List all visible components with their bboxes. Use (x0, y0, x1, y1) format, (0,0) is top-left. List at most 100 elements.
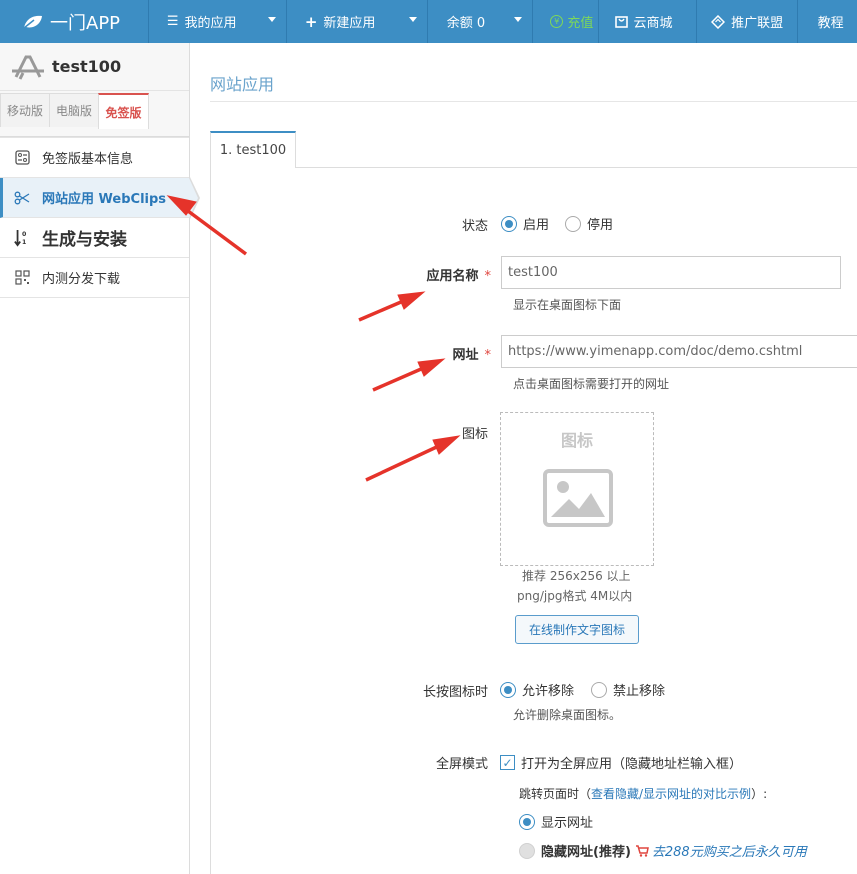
nav-tutorial[interactable]: 教程 (798, 0, 857, 43)
required-mark: * (484, 269, 492, 284)
required-mark: * (484, 348, 492, 363)
app-name-input[interactable]: test100 (501, 256, 841, 289)
image-placeholder-icon (543, 469, 613, 527)
nav-affiliate-label: 推广联盟 (731, 16, 784, 31)
scissors-icon (14, 190, 30, 206)
brand-logo[interactable]: 一门APP (0, 0, 149, 43)
nav-cloud-shop-label: 云商城 (633, 16, 673, 31)
compare-example-link[interactable]: 查看隐藏/显示网址的对比示例 (591, 787, 751, 801)
icon-size-hint: 推荐 256x256 以上 (522, 569, 631, 583)
sidebar-app-header: test100 (0, 43, 189, 91)
jump-page-text: 跳转页面时（查看隐藏/显示网址的对比示例）: (519, 785, 767, 802)
jump-suffix: ）: (751, 787, 768, 801)
sidebar-app-name: test100 (52, 57, 122, 76)
url-input[interactable]: https://www.yimenapp.com/doc/demo.cshtml (501, 335, 857, 368)
qrcode-icon (14, 270, 30, 286)
yen-coin-icon: ¥ (550, 15, 564, 28)
nav-cloud-shop[interactable]: 云商城 (599, 0, 698, 43)
icon-label: 图标 (461, 427, 488, 442)
make-text-icon-button[interactable]: 在线制作文字图标 (515, 615, 639, 644)
radio-checked-icon (500, 681, 516, 698)
nav-affiliate[interactable]: 推广联盟 (697, 0, 798, 43)
shop-bag-icon (614, 16, 628, 28)
radio-checked-icon (501, 215, 517, 232)
url-hint: 点击桌面图标需要打开的网址 (513, 377, 670, 391)
tab-signfree-version[interactable]: 免签版 (98, 93, 149, 129)
caret-down-icon (514, 17, 523, 22)
nav-my-apps-label: 我的应用 (184, 16, 237, 31)
longpress-forbid-radio[interactable]: 禁止移除 (591, 680, 665, 699)
menu-icon: ☰ (166, 14, 179, 29)
settings-card-icon (14, 150, 30, 166)
checkbox-label: 打开为全屏应用（隐藏地址栏输入框） (521, 757, 743, 772)
top-navbar: 一门APP ☰ 我的应用 + 新建应用 余额 0 ¥ 充值 云商城 推广联盟 教… (0, 0, 857, 43)
radio-label: 隐藏网址(推荐) (541, 845, 631, 860)
svg-text:1: 1 (22, 239, 26, 246)
brand-name: 一门APP (50, 12, 121, 34)
app-store-icon (12, 55, 44, 80)
show-url-radio[interactable]: 显示网址 (519, 812, 593, 831)
sidebar-item-label: 内测分发下载 (42, 272, 121, 287)
radio-unchecked-icon (591, 681, 607, 698)
main-content: 网站应用 1. test100 状态 启用 停用 应用名称 * test100 显… (191, 43, 857, 874)
sidebar-item-label: 网站应用 WebClips (42, 192, 167, 207)
jump-prefix: 跳转页面时（ (519, 787, 592, 801)
fullscreen-checkbox[interactable]: ✓ 打开为全屏应用（隐藏地址栏输入框） (500, 753, 742, 772)
leaf-icon (23, 15, 42, 29)
sidebar-item-build-install[interactable]: 01 生成与安装 (0, 218, 189, 258)
nav-new-app-label: 新建应用 (323, 16, 376, 31)
sidebar-menu: 免签版基本信息 网站应用 WebClips 01 生成与安装 内测分发下载 (0, 137, 200, 298)
plus-icon: + (304, 12, 318, 31)
nav-balance-label: 余额 0 (446, 16, 486, 31)
buy-upgrade-link[interactable]: 去288元购买之后永久可用 (652, 841, 807, 860)
title-divider (210, 101, 857, 102)
nav-new-app[interactable]: + 新建应用 (287, 0, 428, 43)
nav-tutorial-label: 教程 (817, 16, 844, 31)
checkbox-checked-icon: ✓ (500, 755, 515, 770)
radio-label: 禁止移除 (613, 684, 666, 699)
nav-recharge-label: 充值 (567, 16, 594, 31)
icon-upload-box[interactable]: 图标 (500, 412, 654, 566)
nav-my-apps[interactable]: ☰ 我的应用 (149, 0, 287, 43)
app-name-label-text: 应用名称 (426, 269, 479, 284)
sidebar-item-label: 生成与安装 (42, 230, 127, 250)
caret-down-icon (408, 17, 417, 22)
sidebar-item-beta-distribution[interactable]: 内测分发下载 (0, 258, 189, 298)
sidebar-item-webclips[interactable]: 网站应用 WebClips (0, 177, 200, 219)
tab-desktop-version[interactable]: 电脑版 (49, 93, 99, 127)
longpress-hint: 允许删除桌面图标。 (513, 708, 622, 722)
icon-format-hint: png/jpg格式 4M以内 (517, 589, 633, 603)
nav-recharge[interactable]: ¥ 充值 (533, 0, 599, 43)
longpress-allow-radio[interactable]: 允许移除 (500, 680, 574, 699)
tab-app-test100[interactable]: 1. test100 (210, 131, 296, 168)
radio-label: 启用 (523, 218, 550, 233)
radio-checked-icon (519, 813, 535, 830)
diamond-icon (711, 14, 726, 29)
cart-icon (635, 844, 649, 857)
radio-disabled-icon (519, 842, 535, 859)
status-disable-radio[interactable]: 停用 (565, 214, 613, 233)
caret-down-icon (267, 17, 276, 22)
nav-balance[interactable]: 余额 0 (428, 0, 534, 43)
page-title: 网站应用 (210, 75, 275, 94)
hide-url-radio[interactable]: 隐藏网址(推荐) 去288元购买之后永久可用 (519, 841, 807, 860)
radio-label: 允许移除 (522, 684, 575, 699)
tab-mobile-version[interactable]: 移动版 (0, 93, 50, 127)
fullscreen-label: 全屏模式 (435, 757, 488, 772)
radio-label: 停用 (587, 218, 614, 233)
app-name-label: 应用名称 * (426, 265, 491, 284)
icon-box-title: 图标 (560, 431, 593, 450)
status-label: 状态 (461, 219, 488, 234)
radio-unchecked-icon (565, 215, 581, 232)
app-name-hint: 显示在桌面图标下面 (513, 298, 622, 312)
longpress-label: 长按图标时 (422, 685, 488, 700)
radio-label: 显示网址 (541, 816, 594, 831)
svg-text:0: 0 (22, 231, 27, 238)
status-enable-radio[interactable]: 启用 (501, 214, 549, 233)
sidebar-item-basic-info[interactable]: 免签版基本信息 (0, 138, 189, 178)
url-label-text: 网址 (452, 348, 479, 363)
sidebar-version-tabs: 移动版 电脑版 免签版 (0, 91, 189, 137)
sidebar-item-label: 免签版基本信息 (42, 152, 134, 167)
url-label: 网址 * (452, 344, 491, 363)
sidebar: test100 移动版 电脑版 免签版 免签版基本信息 网站应用 WebClip… (0, 43, 200, 874)
